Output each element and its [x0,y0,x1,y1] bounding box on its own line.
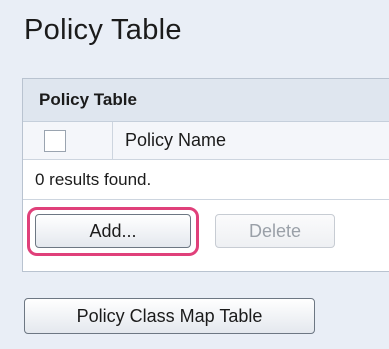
delete-button[interactable]: Delete [215,214,335,248]
table-actions: Add... Delete [23,200,389,272]
select-all-cell [23,122,113,159]
policy-name-column-header[interactable]: Policy Name [113,130,226,151]
results-count: 0 results found. [23,160,389,200]
table-column-header-row: Policy Name [23,122,389,160]
policy-table-header: Policy Table [23,79,389,122]
add-button[interactable]: Add... [35,214,191,248]
page-title: Policy Table [24,14,182,46]
policy-table-panel: Policy Table Policy Name 0 results found… [22,78,389,272]
policy-class-map-table-button[interactable]: Policy Class Map Table [24,298,315,334]
select-all-checkbox[interactable] [44,129,66,152]
